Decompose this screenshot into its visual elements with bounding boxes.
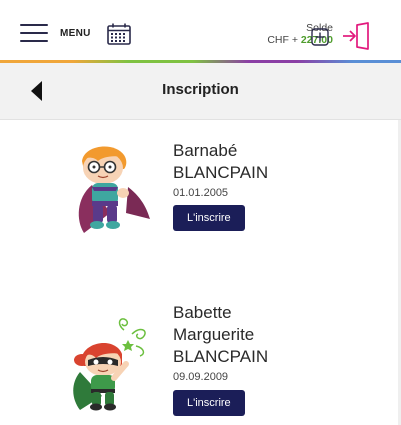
child-last-name: BLANCPAIN bbox=[173, 163, 269, 182]
child-birthdate: 01.01.2005 bbox=[173, 187, 229, 199]
balance-currency: CHF + bbox=[267, 34, 301, 46]
title-bar: Inscription bbox=[0, 63, 401, 120]
enroll-button[interactable]: L'inscrire bbox=[173, 390, 245, 416]
child-first-name: Babette bbox=[173, 303, 232, 322]
child-first-name: Barnabé bbox=[173, 141, 238, 160]
page-title: Inscription bbox=[162, 81, 239, 98]
child-birthdate: 09.09.2009 bbox=[173, 371, 229, 383]
menu-label[interactable]: MENU bbox=[60, 28, 91, 39]
child-middle-name: Marguerite bbox=[173, 325, 255, 344]
child-card: Babette Marguerite BLANCPAIN 09.09.2009 … bbox=[0, 302, 401, 425]
enroll-button[interactable]: L'inscrire bbox=[173, 205, 245, 231]
top-bar: MENU Solde CHF + 227.00 bbox=[0, 0, 401, 60]
logout-icon[interactable] bbox=[341, 22, 371, 50]
child-info: Babette Marguerite BLANCPAIN 09.09.2009 … bbox=[173, 302, 268, 416]
child-card: Barnabé BLANCPAIN 01.01.2005 L'inscrire bbox=[0, 140, 401, 250]
plus-square-icon[interactable] bbox=[311, 28, 329, 46]
boy-superhero-avatar bbox=[78, 146, 150, 233]
hamburger-icon[interactable] bbox=[20, 24, 48, 42]
child-info: Barnabé BLANCPAIN 01.01.2005 L'inscrire bbox=[173, 140, 268, 231]
calendar-icon[interactable] bbox=[107, 23, 131, 45]
girl-superhero-avatar bbox=[73, 318, 146, 411]
child-last-name: BLANCPAIN bbox=[173, 347, 269, 366]
